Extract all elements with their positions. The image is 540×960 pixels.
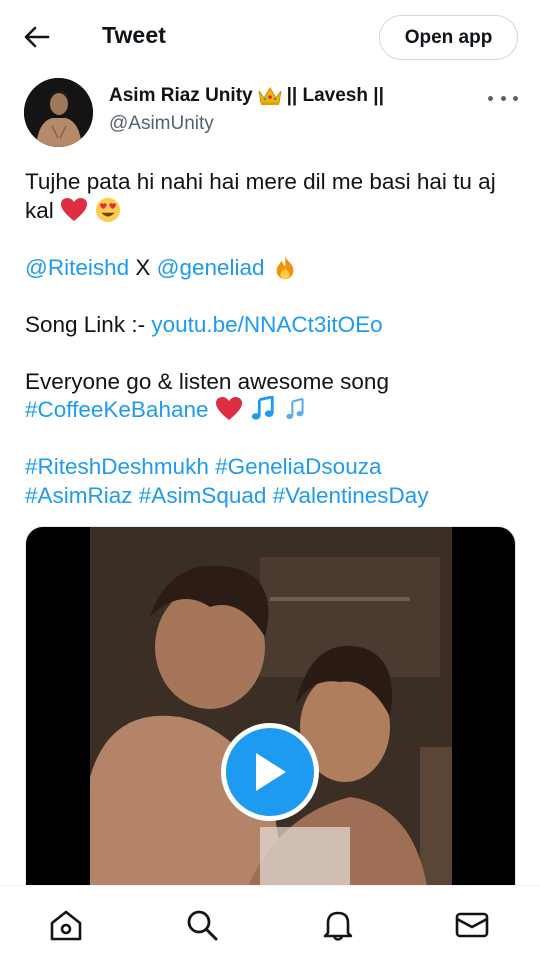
home-icon <box>50 910 82 941</box>
avatar-image <box>24 78 93 147</box>
musical-note-icon <box>251 396 274 420</box>
everyone-text: Everyone go & listen awesome song <box>25 368 389 394</box>
back-button[interactable] <box>20 22 54 52</box>
youtube-link[interactable]: youtu.be/NNACt3itOEo <box>151 312 382 337</box>
video-thumbnail-image <box>90 527 452 905</box>
nav-search[interactable] <box>184 908 220 942</box>
mention-separator: X <box>129 254 157 280</box>
arrow-left-icon <box>24 26 50 48</box>
mail-icon <box>455 912 489 938</box>
fire-icon <box>276 255 294 279</box>
top-bar: Tweet Open app <box>0 0 540 74</box>
video-thumbnail <box>90 527 452 905</box>
page-title: Tweet <box>102 22 166 48</box>
tweet-everyone: Everyone go & listen awesome song #Coffe… <box>25 368 525 425</box>
more-options-button[interactable] <box>488 88 518 108</box>
song-link-label: Song Link :- <box>25 311 152 337</box>
hashtag-asimsquad[interactable]: #AsimSquad <box>139 483 267 508</box>
bottom-navigation <box>0 885 540 960</box>
hashtag-valentinesday[interactable]: #ValentinesDay <box>273 483 429 508</box>
hashtag-geneliadsouza[interactable]: #GeneliaDsouza <box>215 454 381 479</box>
red-heart-icon <box>61 197 88 221</box>
play-button[interactable] <box>221 723 319 821</box>
author-name-suffix: || Lavesh || <box>286 85 384 106</box>
musical-notes-icon <box>286 397 304 420</box>
more-dot <box>500 95 506 101</box>
red-heart-icon <box>215 397 242 420</box>
nav-messages[interactable] <box>454 908 490 942</box>
bell-icon <box>323 911 353 941</box>
mention-geneliad[interactable]: @geneliad <box>157 255 265 280</box>
nav-home[interactable] <box>48 908 84 942</box>
hashtag-coffeekebahane[interactable]: #CoffeeKeBahane <box>25 397 209 422</box>
more-horizontal-icon <box>488 95 493 101</box>
heart-eyes-emoji-icon <box>96 197 121 222</box>
mention-riteishd[interactable]: @Riteishd <box>25 255 129 280</box>
tweet-video[interactable] <box>25 526 516 906</box>
author-name-text: Asim Riaz Unity <box>109 85 253 106</box>
play-icon <box>256 753 286 791</box>
hashtag-asimriaz[interactable]: #AsimRiaz <box>25 483 133 508</box>
tweet-song-link: Song Link :- youtu.be/NNACt3itOEo <box>25 311 525 340</box>
crown-icon <box>258 87 282 105</box>
author-handle[interactable]: @AsimUnity <box>109 113 214 135</box>
tweet-mentions: @Riteishd X @geneliad <box>25 254 525 283</box>
nav-notifications[interactable] <box>320 908 356 942</box>
search-icon <box>187 910 218 941</box>
tweet-line-1: Tujhe pata hi nahi hai mere dil me basi … <box>25 168 525 225</box>
hashtag-riteshdeshmukh[interactable]: #RiteshDeshmukh <box>25 454 209 479</box>
tweet-text: Tujhe pata hi nahi hai mere dil me basi … <box>25 168 525 539</box>
open-app-button[interactable]: Open app <box>379 15 518 60</box>
more-dot <box>513 95 518 101</box>
author-display-name[interactable]: Asim Riaz Unity || Lavesh || <box>109 85 384 107</box>
avatar[interactable] <box>24 78 93 147</box>
tweet-hashtags: #RiteshDeshmukh #GeneliaDsouza #AsimRiaz… <box>25 453 525 510</box>
